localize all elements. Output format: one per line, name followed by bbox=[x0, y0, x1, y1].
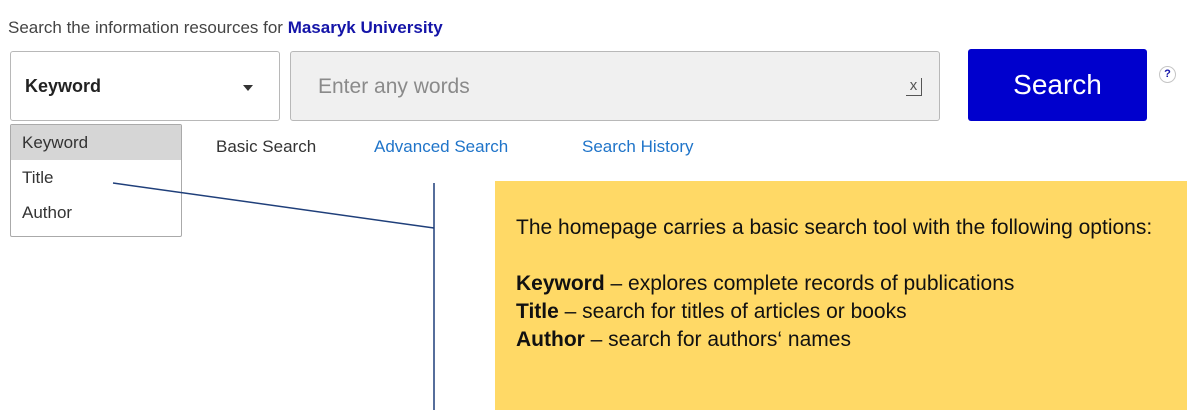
tab-basic-search[interactable]: Basic Search bbox=[216, 137, 316, 157]
search-placeholder: Enter any words bbox=[318, 75, 470, 98]
help-icon[interactable]: ? bbox=[1159, 66, 1176, 83]
tab-search-history[interactable]: Search History bbox=[582, 137, 693, 157]
search-input[interactable]: Enter any words x bbox=[290, 51, 940, 121]
callout-description: – search for authors‘ names bbox=[584, 328, 851, 351]
callout-description: – explores complete records of publicati… bbox=[604, 272, 1015, 295]
heading-prefix: Search the information resources for bbox=[8, 18, 288, 37]
selected-field-label: Keyword bbox=[25, 76, 102, 96]
dropdown-option-author[interactable]: Author bbox=[11, 195, 181, 230]
callout-item: Title – search for titles of articles or… bbox=[516, 298, 1187, 326]
callout-item: Author – search for authors‘ names bbox=[516, 326, 1187, 354]
dropdown-option-keyword[interactable]: Keyword bbox=[11, 125, 181, 160]
callout-term: Keyword bbox=[516, 272, 605, 295]
chevron-down-icon bbox=[243, 85, 253, 91]
clear-icon[interactable]: x bbox=[906, 78, 922, 96]
search-button[interactable]: Search bbox=[968, 49, 1147, 121]
info-callout: The homepage carries a basic search tool… bbox=[495, 181, 1187, 410]
callout-item: Keyword – explores complete records of p… bbox=[516, 270, 1187, 298]
institution-name[interactable]: Masaryk University bbox=[288, 18, 443, 37]
callout-term: Title bbox=[516, 300, 559, 323]
dropdown-option-title[interactable]: Title bbox=[11, 160, 181, 195]
search-field-select[interactable]: Keyword bbox=[10, 51, 280, 121]
callout-intro: The homepage carries a basic search tool… bbox=[516, 216, 1153, 239]
search-field-dropdown: Keyword Title Author bbox=[10, 124, 182, 237]
callout-description: – search for titles of articles or books bbox=[558, 300, 907, 323]
callout-term: Author bbox=[516, 328, 585, 351]
tab-advanced-search[interactable]: Advanced Search bbox=[374, 137, 508, 157]
page-heading: Search the information resources for Mas… bbox=[8, 18, 443, 38]
